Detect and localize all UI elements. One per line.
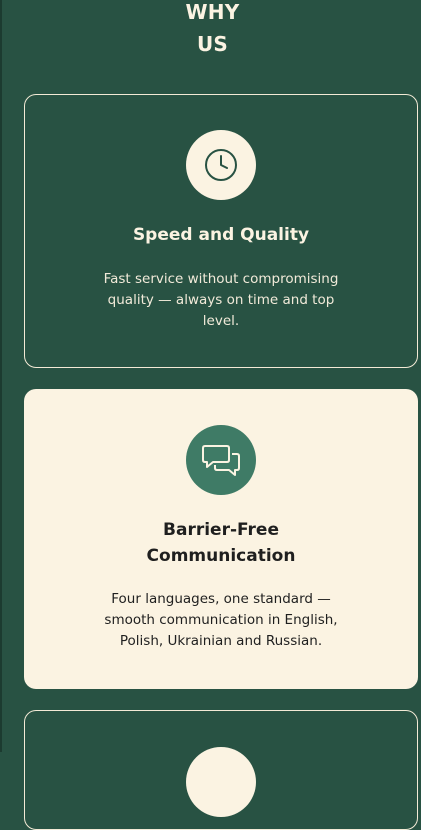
card-title: Speed and Quality: [132, 225, 310, 245]
card-description: Fast service without compromising qualit…: [103, 271, 339, 329]
feature-card-partial: [24, 710, 418, 830]
feature-card-speed-quality: Speed and Quality Fast service without c…: [24, 94, 418, 368]
section-title-line-2: US: [196, 32, 229, 56]
card-title: Barrier-Free Communication: [146, 520, 296, 566]
chat-bubbles-icon: [202, 445, 240, 476]
feature-card-communication: Barrier-Free Communication Four language…: [24, 389, 418, 689]
icon-circle: [186, 747, 256, 817]
section-title-line-1: WHY: [185, 0, 240, 24]
icon-circle: [186, 130, 256, 200]
section-title: WHY US: [2, 0, 421, 60]
clock-icon: [205, 149, 237, 181]
icon-circle: [186, 425, 256, 495]
card-description: Four languages, one standard — smooth co…: [104, 591, 338, 649]
